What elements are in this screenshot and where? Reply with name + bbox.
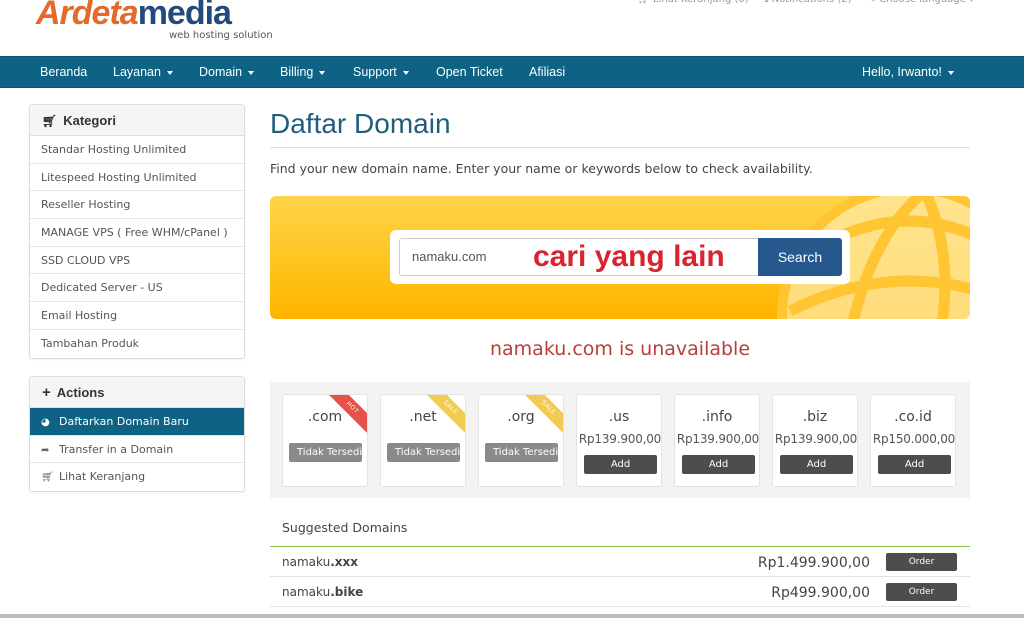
action-register-domain[interactable]: ◕ Daftarkan Domain Baru bbox=[30, 408, 244, 436]
suggested-price: Rp1.499.900,00 bbox=[757, 555, 870, 571]
suggested-row: namaku.xxx Rp1.499.900,00 Order bbox=[270, 548, 970, 577]
kategori-item[interactable]: Reseller Hosting bbox=[30, 191, 244, 220]
tld-list: HOT .com Tidak Tersedia SALE .net Tidak … bbox=[270, 382, 970, 498]
availability-status: namaku.com is unavailable bbox=[489, 338, 751, 360]
kategori-item[interactable]: MANAGE VPS ( Free WHM/cPanel ) bbox=[30, 219, 244, 247]
action-transfer-domain[interactable]: ➦ Transfer in a Domain bbox=[30, 436, 244, 464]
nav-beranda[interactable]: Beranda bbox=[40, 57, 87, 88]
cart-icon: 🛒︎ bbox=[637, 0, 653, 5]
actions-header: + Actions bbox=[30, 377, 244, 408]
add-button[interactable]: Add bbox=[682, 455, 755, 474]
main-navbar: Beranda Layanan Domain Billing Support O… bbox=[0, 56, 1024, 88]
notifications-link[interactable]: ℹ︎ Notifications (2) bbox=[765, 0, 852, 5]
tld-name: .net bbox=[409, 409, 437, 425]
top-links: 🛒︎ Lihat Keranjang (0) ℹ︎ Notifications … bbox=[637, 0, 974, 5]
language-dropdown[interactable]: ✎ Choose language ▾ bbox=[868, 0, 974, 5]
search-button[interactable]: Search bbox=[758, 238, 842, 276]
nav-billing[interactable]: Billing bbox=[280, 57, 326, 88]
annotation-overlay: cari yang lain bbox=[533, 240, 725, 273]
unavailable-button: Tidak Tersedia bbox=[387, 443, 460, 462]
kategori-header: 🛒︎ Kategori bbox=[30, 105, 244, 136]
plus-icon: + bbox=[42, 384, 51, 401]
search-box: namaku.com cari yang lain Search bbox=[390, 230, 850, 284]
tld-name: .co.id bbox=[894, 409, 932, 425]
kategori-item[interactable]: Tambahan Produk bbox=[30, 330, 244, 358]
tld-price: Rp139.900,00 bbox=[676, 432, 760, 446]
suggested-domain-name: namaku.xxx bbox=[282, 555, 358, 569]
kategori-item[interactable]: Litespeed Hosting Unlimited bbox=[30, 164, 244, 192]
domain-search-banner: namaku.com cari yang lain Search bbox=[270, 196, 970, 319]
domain-search-input[interactable]: namaku.com cari yang lain bbox=[399, 238, 759, 276]
tld-card: .us Rp139.900,00 Add bbox=[576, 394, 662, 487]
tld-price: Rp139.900,00 bbox=[578, 432, 662, 446]
tld-name: .com bbox=[307, 409, 343, 425]
tld-price: Rp139.900,00 bbox=[774, 432, 858, 446]
kategori-item[interactable]: Email Hosting bbox=[30, 302, 244, 330]
tld-name: .us bbox=[608, 409, 630, 425]
add-button[interactable]: Add bbox=[584, 455, 657, 474]
intro-text: Find your new domain name. Enter your na… bbox=[270, 161, 813, 176]
divider bbox=[270, 546, 970, 547]
suggested-row: namaku.bike Rp499.900,00 Order bbox=[270, 578, 970, 607]
suggested-price: Rp499.900,00 bbox=[771, 585, 870, 601]
tld-card: SALE .net Tidak Tersedia bbox=[380, 394, 466, 487]
order-button[interactable]: Order bbox=[886, 583, 957, 601]
logo-tagline: web hosting solution bbox=[169, 30, 273, 41]
kategori-item[interactable]: Standar Hosting Unlimited bbox=[30, 136, 244, 164]
nav-layanan[interactable]: Layanan bbox=[113, 57, 173, 88]
unavailable-button: Tidak Tersedia bbox=[485, 443, 558, 462]
tld-price: Rp150.000,00 bbox=[872, 432, 956, 446]
action-view-cart[interactable]: 🛒︎ Lihat Keranjang bbox=[30, 463, 244, 491]
view-cart-link[interactable]: 🛒︎ Lihat Keranjang (0) bbox=[637, 0, 749, 5]
nav-support[interactable]: Support bbox=[353, 57, 409, 88]
kategori-panel: 🛒︎ Kategori Standar Hosting Unlimited Lit… bbox=[29, 104, 245, 359]
add-button[interactable]: Add bbox=[780, 455, 853, 474]
suggested-domain-name: namaku.bike bbox=[282, 585, 364, 599]
tld-name: .org bbox=[507, 409, 535, 425]
tld-card: .info Rp139.900,00 Add bbox=[674, 394, 760, 487]
caret-down-icon bbox=[248, 70, 255, 75]
taskbar-edge bbox=[0, 614, 1024, 618]
page-title: Daftar Domain bbox=[270, 108, 451, 139]
info-icon: ℹ︎ bbox=[765, 0, 772, 5]
caret-down-icon bbox=[947, 70, 954, 75]
kategori-item[interactable]: SSD CLOUD VPS bbox=[30, 247, 244, 275]
globe-icon: ◕ bbox=[41, 417, 50, 428]
user-menu[interactable]: Hello, Irwanto! bbox=[862, 57, 954, 88]
logo[interactable]: Ardetamedia web hosting solution bbox=[36, 0, 276, 44]
caret-down-icon bbox=[319, 70, 326, 75]
nav-open-ticket[interactable]: Open Ticket bbox=[436, 57, 503, 88]
divider bbox=[270, 147, 970, 148]
tld-card: SALE .org Tidak Tersedia bbox=[478, 394, 564, 487]
tld-name: .info bbox=[701, 409, 733, 425]
tld-card: .biz Rp139.900,00 Add bbox=[772, 394, 858, 487]
suggested-domains-title: Suggested Domains bbox=[282, 520, 408, 535]
caret-down-icon bbox=[402, 70, 409, 75]
add-button[interactable]: Add bbox=[878, 455, 951, 474]
nav-afiliasi[interactable]: Afiliasi bbox=[529, 57, 565, 88]
language-icon: ✎ bbox=[868, 0, 880, 5]
header: Ardetamedia web hosting solution 🛒︎ Liha… bbox=[0, 0, 1024, 56]
caret-down-icon bbox=[166, 70, 173, 75]
nav-domain[interactable]: Domain bbox=[199, 57, 255, 88]
cart-icon: 🛒︎ bbox=[42, 114, 58, 128]
actions-panel: + Actions ◕ Daftarkan Domain Baru ➦ Transfe… bbox=[29, 376, 245, 493]
logo-wordmark: Ardetamedia bbox=[36, 0, 232, 32]
tld-name: .biz bbox=[802, 409, 828, 425]
share-arrow-icon: ➦ bbox=[41, 444, 50, 456]
unavailable-button: Tidak Tersedia bbox=[289, 443, 362, 462]
tld-card: .co.id Rp150.000,00 Add bbox=[870, 394, 956, 487]
cart-icon: 🛒︎ bbox=[41, 472, 54, 484]
kategori-item[interactable]: Dedicated Server - US bbox=[30, 274, 244, 303]
order-button[interactable]: Order bbox=[886, 553, 957, 571]
tld-card: HOT .com Tidak Tersedia bbox=[282, 394, 368, 487]
